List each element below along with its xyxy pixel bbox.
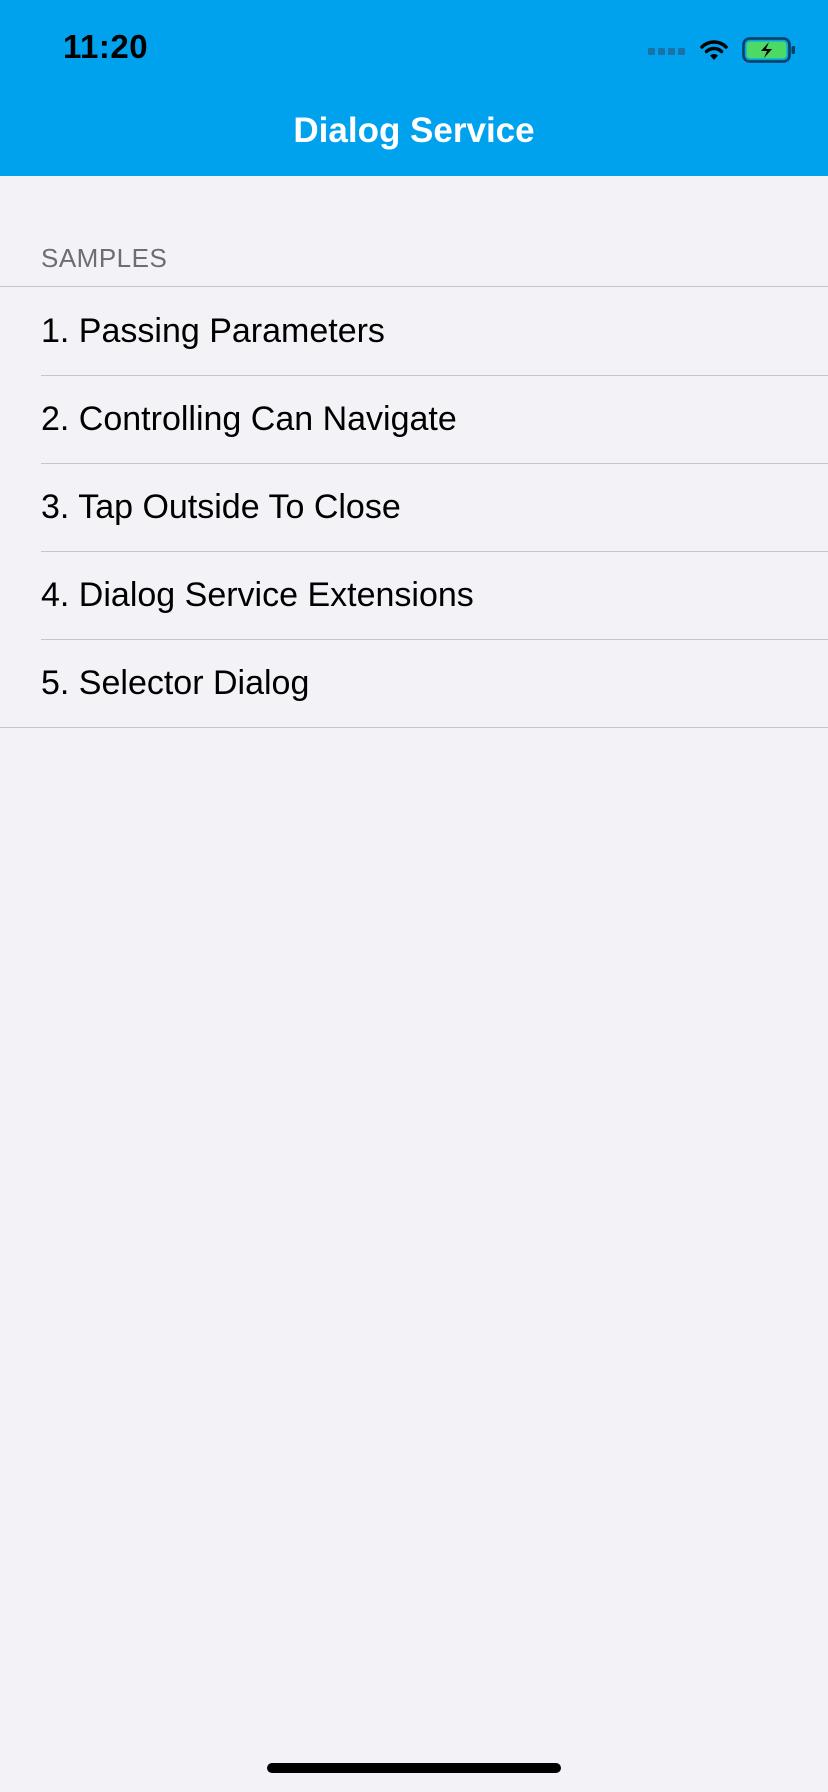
section-header: SAMPLES (41, 243, 168, 273)
status-icons (648, 34, 796, 66)
list-item-controlling-can-navigate[interactable]: 2. Controlling Can Navigate (0, 375, 828, 463)
samples-list: 1. Passing Parameters 2. Controlling Can… (0, 286, 828, 728)
list-item-dialog-service-extensions[interactable]: 4. Dialog Service Extensions (0, 551, 828, 639)
list-item-passing-parameters[interactable]: 1. Passing Parameters (0, 287, 828, 375)
list-item-label: 2. Controlling Can Navigate (41, 399, 457, 438)
list-item-label: 4. Dialog Service Extensions (41, 575, 474, 614)
home-indicator[interactable] (267, 1763, 561, 1773)
list-item-selector-dialog[interactable]: 5. Selector Dialog (0, 639, 828, 727)
list-item-label: 1. Passing Parameters (41, 311, 385, 350)
list-item-label: 3. Tap Outside To Close (41, 487, 401, 526)
battery-charging-icon (742, 37, 795, 63)
nav-title: Dialog Service (293, 111, 535, 150)
header-bar: 11:20 Dialog Service (0, 0, 828, 176)
list-item-label: 5. Selector Dialog (41, 663, 310, 702)
list-item-tap-outside-to-close[interactable]: 3. Tap Outside To Close (0, 463, 828, 551)
wifi-icon (700, 40, 728, 60)
status-time: 11:20 (63, 28, 149, 65)
cellular-signal-icon (648, 48, 685, 55)
